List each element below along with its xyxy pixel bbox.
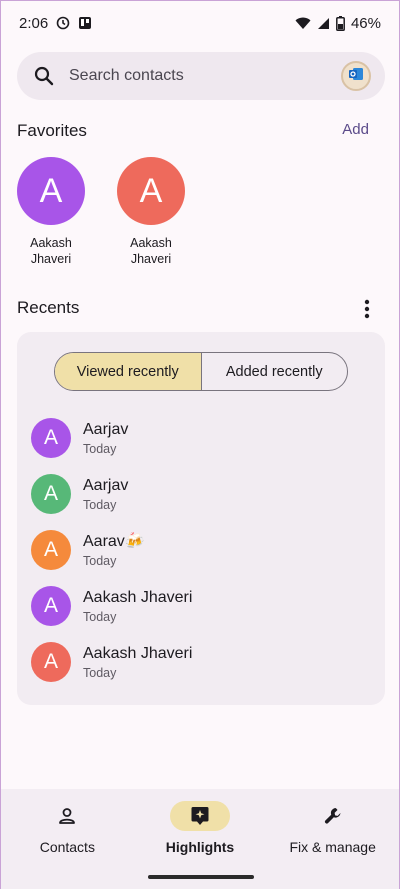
status-bar: 2:06 46% bbox=[1, 1, 399, 45]
status-time: 2:06 bbox=[19, 14, 49, 32]
avatar: A bbox=[31, 530, 71, 570]
add-favorite-button[interactable]: Add bbox=[342, 121, 369, 138]
contact-time: Today bbox=[83, 442, 117, 456]
search-icon bbox=[33, 65, 55, 87]
signal-icon bbox=[317, 17, 330, 30]
recents-card: Viewed recently Added recently A Aarjav … bbox=[17, 332, 385, 705]
avatar: A bbox=[31, 586, 71, 626]
contact-name: Aarav🍻 bbox=[83, 533, 145, 550]
tab-viewed-recently[interactable]: Viewed recently bbox=[55, 353, 202, 390]
favorite-contact[interactable]: A Aakash Jhaveri bbox=[106, 157, 196, 267]
person-icon bbox=[37, 801, 97, 831]
bottom-nav: Contacts Highlights Fix & manage bbox=[1, 789, 399, 889]
trello-icon bbox=[78, 16, 92, 30]
list-item[interactable]: A Aarav🍻 Today bbox=[31, 522, 145, 578]
list-item[interactable]: A Aakash Jhaveri Today bbox=[31, 578, 192, 634]
account-avatar[interactable] bbox=[341, 61, 371, 91]
avatar: A bbox=[31, 418, 71, 458]
favorite-contact[interactable]: A Aakash Jhaveri bbox=[6, 157, 96, 267]
contact-name: Aakash Jhaveri bbox=[83, 645, 193, 662]
nav-fix-manage-label: Fix & manage bbox=[289, 839, 376, 855]
nav-contacts-label: Contacts bbox=[39, 839, 95, 855]
contact-time: Today bbox=[83, 554, 117, 568]
battery-percent: 46% bbox=[350, 14, 381, 32]
list-item[interactable]: A Aarjav Today bbox=[31, 410, 128, 466]
tab-added-recently[interactable]: Added recently bbox=[202, 353, 348, 390]
wifi-icon bbox=[295, 17, 311, 30]
favorite-name: Aakash Jhaveri bbox=[130, 236, 172, 266]
list-item[interactable]: A Aakash Jhaveri Today bbox=[31, 634, 192, 690]
avatar: A bbox=[31, 474, 71, 514]
favorite-name: Aakash Jhaveri bbox=[30, 236, 72, 266]
nav-contacts[interactable]: Contacts bbox=[1, 789, 134, 889]
contact-time: Today bbox=[83, 498, 117, 512]
contact-time: Today bbox=[83, 666, 117, 680]
wrench-icon bbox=[303, 801, 363, 831]
avatar: A bbox=[31, 642, 71, 682]
contact-name: Aarjav bbox=[83, 477, 129, 494]
contact-name: Aakash Jhaveri bbox=[83, 589, 193, 606]
search-bar[interactable]: Search contacts bbox=[17, 52, 385, 100]
avatar: A bbox=[17, 157, 85, 225]
contact-name: Aarjav bbox=[83, 421, 129, 438]
nav-fix-manage[interactable]: Fix & manage bbox=[266, 789, 399, 889]
avatar: A bbox=[117, 157, 185, 225]
nav-highlights[interactable]: Highlights bbox=[134, 789, 267, 889]
recents-toggle: Viewed recently Added recently bbox=[54, 352, 348, 391]
home-indicator[interactable] bbox=[148, 875, 254, 879]
highlights-icon bbox=[170, 801, 230, 831]
search-input[interactable]: Search contacts bbox=[69, 67, 341, 85]
list-item[interactable]: A Aarjav Today bbox=[31, 466, 128, 522]
recents-title: Recents bbox=[17, 298, 80, 317]
battery-icon bbox=[336, 15, 345, 31]
nav-highlights-label: Highlights bbox=[165, 839, 235, 855]
contact-time: Today bbox=[83, 610, 117, 624]
data-saver-icon bbox=[56, 16, 70, 30]
outlook-icon bbox=[348, 66, 364, 87]
favorites-title: Favorites bbox=[17, 121, 87, 140]
more-options-icon[interactable] bbox=[357, 297, 377, 321]
